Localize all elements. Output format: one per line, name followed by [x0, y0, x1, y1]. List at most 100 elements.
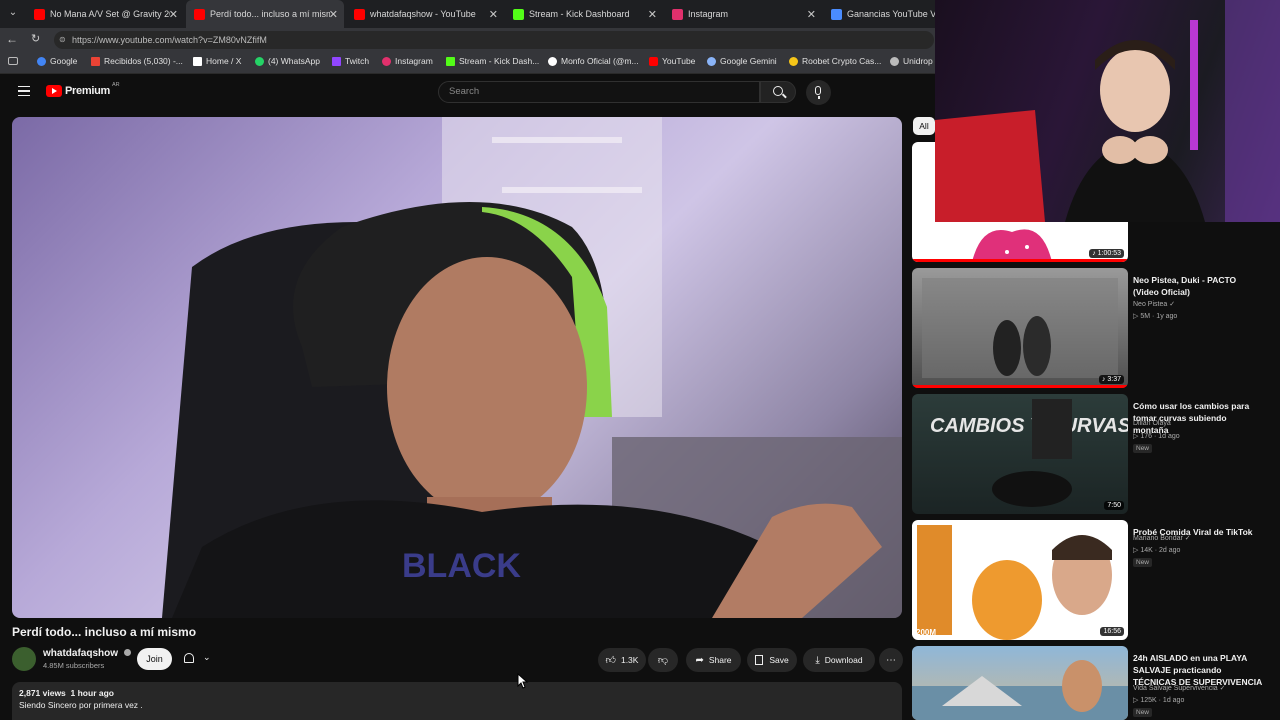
tab-search-icon[interactable]: ⌄	[6, 7, 20, 21]
site-info-icon[interactable]: ⊜	[59, 31, 66, 49]
download-button[interactable]: ⤓ Download	[803, 648, 875, 672]
bookmark-x[interactable]: Home / X	[193, 56, 241, 66]
back-icon[interactable]: ←	[6, 32, 18, 46]
webcam-image	[935, 0, 1280, 222]
search-input[interactable]: Search	[438, 81, 760, 103]
join-button[interactable]: Join	[137, 648, 172, 670]
video-player[interactable]: BLACK	[12, 117, 902, 618]
recommendation-title: Neo Pistea, Duki - PACTO (Video Oficial)	[1133, 275, 1237, 297]
tab-3[interactable]: Stream - Kick Dashboard ✕	[505, 0, 663, 28]
tab-label: Ganancias YouTube Vlogs	[847, 9, 935, 19]
close-icon[interactable]: ✕	[169, 8, 178, 21]
age-text: 1y ago	[1156, 313, 1178, 320]
video-thumbnail[interactable]: 200M 16:56	[912, 520, 1128, 640]
duration-badge: ♪ 3:37	[1098, 375, 1124, 384]
bookmark-label: Recibidos (5,030) -...	[104, 56, 183, 66]
save-button[interactable]: Save	[747, 648, 797, 672]
bookmark-label: YouTube	[662, 56, 696, 66]
view-stats: 2,871 views 1 hour ago	[19, 688, 114, 698]
tab-2[interactable]: whatdafaqshow - YouTube ✕	[346, 0, 504, 28]
recommendation-meta: ▷ 14K · 2d ago	[1133, 547, 1181, 554]
youtube-favicon-icon	[354, 8, 365, 20]
recommendation-item[interactable]: 200M 16:56 Probé Comida Viral de TikTok …	[912, 520, 1272, 642]
more-actions-button[interactable]: ⋯	[879, 648, 903, 672]
bookmark-gmail[interactable]: Recibidos (5,030) -...	[91, 56, 183, 66]
reload-icon[interactable]: ↻	[31, 32, 40, 45]
thumbnail-caption: CAMBIOS Y CURVAS	[930, 415, 1128, 437]
like-button[interactable]: 👍︎ 1.3K	[598, 648, 646, 672]
recommendation-meta: ▷ 176 · 1d ago	[1133, 433, 1180, 440]
tab-label: Instagram	[688, 9, 729, 19]
like-count: 1.3K	[620, 655, 639, 665]
recommendation-channel: Vida Salvaje Supervivencia ✓	[1133, 684, 1226, 692]
share-button[interactable]: ➦ Share	[686, 648, 741, 672]
save-label: Save	[769, 655, 789, 665]
bookmark-label: Home / X	[206, 56, 242, 66]
video-thumbnail[interactable]: ♪ 3:37	[912, 268, 1128, 388]
description-box[interactable]	[12, 682, 902, 720]
search-button[interactable]	[760, 81, 796, 103]
dislike-button[interactable]: 👎︎	[648, 648, 678, 672]
mouse-cursor-icon	[517, 673, 529, 689]
youtube-favicon-icon	[194, 8, 205, 20]
voice-search-button[interactable]	[806, 80, 831, 105]
bookmark-instagram[interactable]: Instagram	[382, 56, 433, 66]
verified-icon: ✓	[1169, 301, 1176, 308]
thumbs-down-icon: 👎︎	[657, 655, 669, 666]
youtube-icon	[649, 56, 658, 66]
bookmark-google[interactable]: Google	[37, 56, 77, 66]
bookmarks-menu-icon[interactable]	[8, 57, 18, 65]
bookmark-tiktok[interactable]: Monfo Oficial (@m...	[548, 56, 639, 66]
recommendation-meta: ▷ 125K · 1d ago	[1133, 697, 1185, 704]
bookmark-label: Twitch	[345, 56, 370, 66]
bookmark-twitch[interactable]: Twitch	[332, 56, 369, 66]
tab-4[interactable]: Instagram ✕	[664, 0, 822, 28]
close-icon[interactable]: ✕	[648, 8, 657, 21]
chip-all[interactable]: All	[913, 117, 935, 135]
bell-icon	[184, 653, 194, 663]
download-icon: ⤓	[815, 654, 820, 666]
notification-bell-button[interactable]: ⌄	[179, 648, 219, 670]
url-field[interactable]: ⊜ https://www.youtube.com/watch?v=ZM80vN…	[54, 31, 934, 49]
close-icon[interactable]: ✕	[329, 8, 338, 21]
tab-0[interactable]: No Mana A/V Set @ Gravity 2021 ✕	[26, 0, 184, 28]
bookmark-gemini[interactable]: Google Gemini	[707, 56, 777, 66]
views-text: 176	[1140, 433, 1153, 440]
channel-name-text: whatdafaqshow	[43, 648, 119, 659]
views-text: 125K	[1140, 697, 1157, 704]
bookmark-label: Stream - Kick Dash...	[459, 56, 540, 66]
thumbnail-badge: 200M	[916, 628, 937, 637]
close-icon[interactable]: ✕	[489, 8, 498, 21]
youtube-premium-logo[interactable]: Premium AR	[46, 82, 120, 97]
verified-icon	[123, 649, 131, 656]
tab-5[interactable]: Ganancias YouTube Vlogs	[823, 0, 935, 28]
thumbnail-image	[917, 525, 1112, 640]
video-thumbnail[interactable]	[912, 646, 1128, 720]
channel-text: Mariano Bondar	[1133, 535, 1183, 542]
thumbnail-image	[922, 278, 1118, 378]
url-text: https://www.youtube.com/watch?v=ZM80vNZf…	[72, 35, 267, 45]
bookmark-youtube[interactable]: YouTube	[649, 56, 695, 66]
recommendation-item[interactable]: CAMBIOS Y CURVAS 7:50 Cómo usar los camb…	[912, 394, 1272, 516]
bookmark-label: (4) WhatsApp	[268, 56, 320, 66]
recommendation-item[interactable]: 24h AISLADO en una PLAYA SALVAJE practic…	[912, 646, 1272, 720]
logo-text: Premium	[65, 85, 110, 97]
logo-region: AR	[111, 82, 120, 88]
watch-progress-bar	[912, 259, 1128, 262]
video-thumbnail[interactable]: CAMBIOS Y CURVAS 7:50	[912, 394, 1128, 514]
recommendation-item[interactable]: ♪ 3:37 Neo Pistea, Duki - PACTO (Video O…	[912, 268, 1272, 390]
menu-icon[interactable]	[18, 86, 30, 96]
tab-1[interactable]: Perdí todo... incluso a mí mismo - ✕	[186, 0, 344, 28]
tab-label: Stream - Kick Dashboard	[529, 9, 630, 19]
channel-avatar[interactable]	[12, 647, 36, 671]
bookmark-whatsapp[interactable]: (4) WhatsApp	[255, 56, 320, 66]
verified-icon: ✓	[1184, 535, 1191, 542]
bookmark-roobet[interactable]: Roobet Crypto Cas...	[789, 56, 881, 66]
download-label: Download	[824, 655, 863, 665]
bookmark-unidrop[interactable]: Unidrop	[890, 56, 933, 66]
channel-name[interactable]: whatdafaqshow	[43, 648, 131, 659]
age-text: 1d ago	[1162, 697, 1185, 704]
close-icon[interactable]: ✕	[807, 8, 816, 21]
tab-label: Perdí todo... incluso a mí mismo -	[210, 9, 330, 19]
bookmark-kick[interactable]: Stream - Kick Dash...	[446, 56, 539, 66]
